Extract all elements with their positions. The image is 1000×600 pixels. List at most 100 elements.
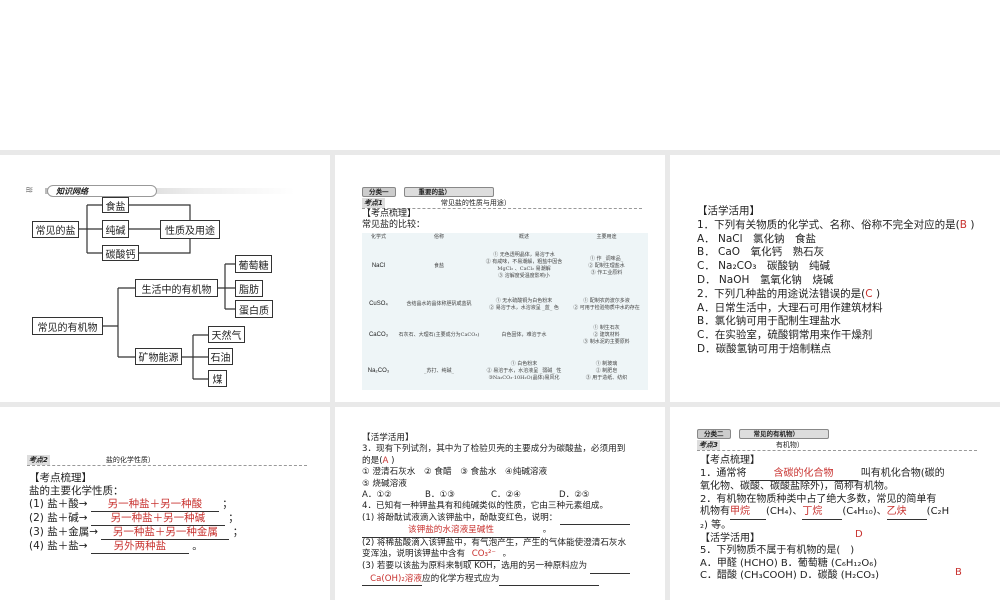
reagent-list: ① 澄清石灰水 ② 食醋 ③ 食盐水 ④纯碱溶液 [362, 467, 548, 478]
option: A．①② [362, 490, 392, 501]
cell-name: _苏打、纯碱_ [423, 367, 454, 374]
table-row: Na₂CO₃ _苏打、纯碱_ ① 白色粉末 ② 易溶于水，水溶液呈 _弱碱_ 性③… [362, 352, 648, 390]
use-line: ② 建筑材料 [593, 332, 620, 338]
topic-label: 考点2 [27, 455, 50, 465]
reagent-list: ⑤ 烧碱溶液 [362, 478, 407, 489]
question-end: ) [872, 287, 881, 300]
desc-line: 白色固体，难溶于水 [501, 332, 547, 338]
slide-practice-2[interactable]: 【活学活用】 3．现有下列试剂，其中为了检验贝壳的主要成分为碳酸盐，必须用到 的… [335, 407, 665, 600]
text: ₂) 等。 [700, 519, 732, 531]
slide-salt-chemistry[interactable]: 考点2 盐的化学性质） 【考点梳理】 盐的主要化学性质： (1) 盐＋酸→ 另一… [0, 407, 330, 600]
cell-formula: CuSO₄ [369, 301, 388, 307]
cell-desc: ① 白色粉末 ② 易溶于水，水溶液呈 _弱碱_ 性 ③Na₂CO₃·10H₂O(晶体… [483, 352, 565, 390]
section-heading: 【考点梳理】 [29, 472, 92, 484]
desc-line: ② 易溶于水，水溶液呈 _蓝_ 色 [489, 304, 559, 311]
question-end: ) [388, 455, 395, 466]
category-title: 常见的有机物） [738, 429, 829, 439]
desc-line: ② 易溶于水，水溶液呈 _弱碱_ 性 [486, 367, 562, 374]
question-text: 的是( [362, 455, 383, 466]
answer-blank: 另外两种盐 [90, 540, 189, 554]
topic-title: 盐的化学性质） [105, 456, 155, 464]
desc-line: ③Na₂CO₃·10H₂O(晶体)易风化 [488, 374, 560, 381]
topic-header: 考点2 盐的化学性质） [27, 455, 307, 466]
category-title: 重要的盐） [403, 187, 494, 197]
cell-use: ① 配制农药波尔多液 ② 可用于检验物质中水的存在 [565, 290, 648, 319]
table-row: CuSO₄ 含结晶水的晶体称胆矾或蓝矾 ① 无水硫酸铜为白色粉末 ② 易溶于水，水… [362, 290, 648, 319]
slide-organic-compounds[interactable]: 分类二 常见的有机物） 考点3 有机物） 【考点梳理】 1．通常将 含碳的化合物… [670, 407, 1000, 600]
use-line: ① 制玻璃 [595, 360, 618, 367]
use-line: ② 可用于检验物质中水的存在 [573, 304, 640, 311]
use-line: ② 配制生理盐水 [588, 262, 625, 269]
use-line: ② 制肥皂 [595, 367, 618, 374]
property-lhs: (3) 盐＋金属→ [29, 526, 99, 538]
option: D． NaOH 氢氧化钠 烧碱 [697, 273, 834, 286]
answer-blank: 另一种盐＋另一种金属 [101, 526, 230, 540]
text: 2．有机物在物质种类中占了绝大多数，常见的简单有 [700, 493, 937, 505]
question-2: 2．下列几种盐的用途说法错误的是(C ) [697, 288, 990, 302]
option: B．氯化钠可用于配制生理盐水 [697, 315, 841, 328]
point-2-blanks: 机物有甲烷 (CH₄)、丁烷 (C₄H₁₀)、乙炔 (C₂H [700, 506, 990, 520]
desc-line: ① 无水硫酸铜为白色粉末 [495, 297, 553, 304]
intro-text: 盐的主要化学性质： [29, 485, 124, 497]
answer-blank: 丁烷 [802, 506, 843, 520]
answer-blank: Ca(OH)₂溶液 [362, 574, 422, 587]
category-label: 分类二 [697, 429, 731, 439]
q4-part3-answer: Ca(OH)₂溶液应的化学方程式应为 [362, 573, 655, 587]
node-table-salt: 食盐 [102, 197, 129, 213]
node-natural-gas: 天然气 [208, 326, 245, 343]
category-banner: 分类一 重要的盐） [362, 187, 494, 197]
option: D．②⑤ [559, 490, 590, 501]
option: A． NaCl 氯化钠 食盐 [697, 232, 817, 245]
punct: ； [222, 498, 233, 510]
option: B．①③ [425, 490, 455, 501]
question-text: (1) 将酚酞试液滴入该钾盐中，酚酞变红色，说明： [362, 512, 558, 523]
cell-use: ① 作 _调味品_ ② 配制生理盐水 ③ 作工业原料 [565, 242, 648, 290]
cell-formula: NaCl [371, 262, 386, 269]
question-text: 5．下列物质不属于有机物的是( ) [700, 545, 855, 557]
property-line: (4) 盐＋盐→ 另外两种盐 。 [29, 540, 320, 554]
node-fat: 脂肪 [235, 280, 263, 297]
header-description: 概述 [518, 234, 529, 240]
question-end: ) [967, 218, 975, 231]
header-uses: 主要用途 [596, 234, 617, 240]
punct: ； [228, 512, 239, 524]
options-row: A．①② B．①③ C．②④ D．②⑤ [362, 490, 655, 501]
question-text: 变浑浊，说明该钾盐中含有 [362, 549, 466, 560]
answer-mark: B [955, 567, 962, 578]
slide-knowledge-network[interactable]: ≋ 知识网络 常见的盐 食盐 纯碱 碳酸钙 性质及用途 常见的有机物 生活中的有… [0, 155, 330, 402]
answer-blank: CO₃²⁻ [467, 549, 500, 562]
section-heading: 【活学活用】 [697, 205, 760, 217]
option: A．甲醛 (HCHO) B．葡萄糖 (C₆H₁₂O₆) [700, 557, 878, 569]
cell-formula: Na₂CO₃ [367, 367, 390, 374]
cell-name: 含结晶水的晶体称胆矾或蓝矾 [406, 301, 472, 307]
use-line: ③ 制水泥的主要原料 [583, 339, 630, 345]
answer-blank: 甲烷 [730, 506, 766, 520]
text: 氧化物、碳酸、碳酸盐除外)，简称有机物。 [700, 481, 894, 493]
section-heading: 【活学活用】 [362, 433, 414, 443]
cell-name: 石灰石、大理石(主要成分为CaCO₃) [398, 332, 480, 338]
answer-blank: 另一种盐＋另一种碱 [90, 512, 225, 526]
q4-part3: (3) 若要以该盐为原料来制取 KOH，选用的另一种原料应为 [362, 561, 655, 574]
option: D．碳酸氢钠可用于焙制糕点 [697, 342, 832, 355]
slide-practice-1[interactable]: 【活学活用】 1．下列有关物质的化学式、名称、俗称不完全对应的是(B ) A． … [670, 155, 1000, 402]
slide-common-salts-table[interactable]: 分类一 重要的盐） 考点1 常见盐的性质与用途） 【考点梳理】 常见盐的比较： … [335, 155, 665, 402]
property-line: (1) 盐＋酸→ 另一种盐＋另一种酸 ； [29, 498, 320, 512]
topic-header: 考点3 有机物） [697, 440, 977, 451]
use-line: ③ 作工业原料 [590, 269, 623, 276]
cell-use: ① 制玻璃 ② 制肥皂 ③ 用于造纸、纺织 [565, 352, 648, 390]
q4-part1-answer: 该钾盐的水溶液呈碱性 。 [362, 525, 655, 538]
category-banner: 分类二 常见的有机物） [697, 429, 829, 439]
table-row: NaCl 食盐 ① 无色透明晶体，易溶于水 ② 有咸味，不易潮解，粗盐中因含 Mg… [362, 242, 648, 290]
property-lhs: (1) 盐＋酸→ [29, 498, 88, 510]
node-common-salts: 常见的盐 [32, 221, 79, 238]
question-text: (2) 将稀盐酸滴入该钾盐中，有气泡产生，产生的气体能使澄清石灰水 [362, 537, 627, 548]
text: 机物有 [700, 506, 730, 518]
question-text: 应的化学方程式应为 [422, 573, 500, 584]
salts-comparison-table: 化学式 俗称 概述 主要用途 NaCl 食盐 ① 无色透明晶体，易溶于水 ② 有咸… [362, 233, 648, 390]
table-row: CaCO₃ 石灰石、大理石(主要成分为CaCO₃) 白色固体，难溶于水 ① 制生… [362, 319, 648, 352]
question-text: 4．已知有一种钾盐具有和纯碱类似的性质，它由三种元素组成。 [362, 501, 609, 512]
desc-line: ① 白色粉末 [510, 360, 538, 367]
question-3-answer-line: 的是(A ) [362, 456, 655, 467]
question-text: (3) 若要以该盐为原料来制取 KOH，选用的另一种原料应为 [362, 561, 588, 572]
topic-label: 考点1 [362, 198, 385, 208]
